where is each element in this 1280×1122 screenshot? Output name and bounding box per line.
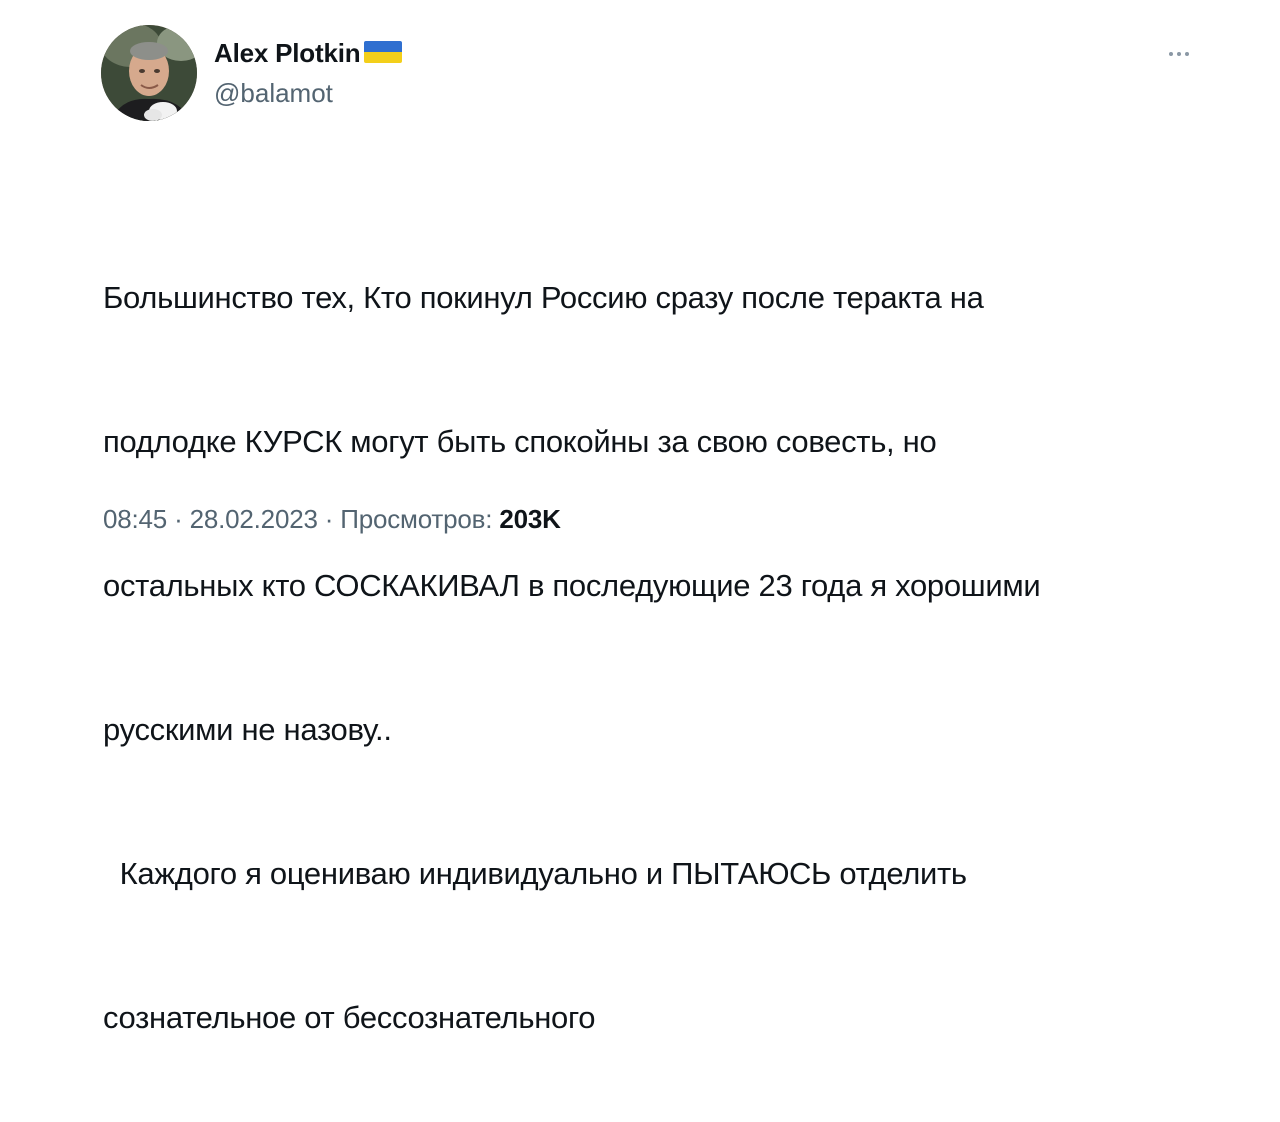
more-options-button[interactable] (1161, 43, 1197, 65)
views-label: Просмотров: (340, 504, 500, 534)
tweet-date[interactable]: 28.02.2023 (190, 504, 318, 534)
ukraine-flag-icon (364, 41, 403, 63)
tweet-time[interactable]: 08:45 (103, 504, 167, 534)
tweet-line: Большинство тех, Кто покинул Россию сраз… (103, 280, 984, 315)
avatar-photo (101, 25, 197, 121)
tweet-line: Каждого я оцениваю индивидуально и ПЫТАЮ… (103, 856, 967, 891)
author-name[interactable]: Alex Plotkin (214, 38, 361, 69)
more-horizontal-icon (1169, 52, 1173, 56)
tweet-line: остальных кто СОСКАКИВАЛ в последующие 2… (103, 568, 1041, 603)
tweet-line: подлодке КУРСК могут быть спокойны за св… (103, 424, 937, 459)
views-count: 203K (499, 504, 561, 534)
author-handle[interactable]: @balamot (214, 78, 333, 109)
avatar[interactable] (101, 25, 197, 121)
author-name-row: Alex Plotkin (214, 38, 403, 69)
tweet-line: русскими не назову.. (103, 712, 392, 747)
tweet-line: сознательное от бессознательного (103, 1000, 596, 1035)
tweet-text: Большинство тех, Кто покинул Россию сраз… (103, 178, 1223, 1122)
meta-separator: · (317, 504, 341, 534)
meta-separator: · (167, 504, 190, 534)
tweet-card: Alex Plotkin @balamot Большинство тех, К… (0, 0, 1280, 1035)
tweet-meta: 08:45 · 28.02.2023 · Просмотров: 203K (103, 504, 561, 535)
